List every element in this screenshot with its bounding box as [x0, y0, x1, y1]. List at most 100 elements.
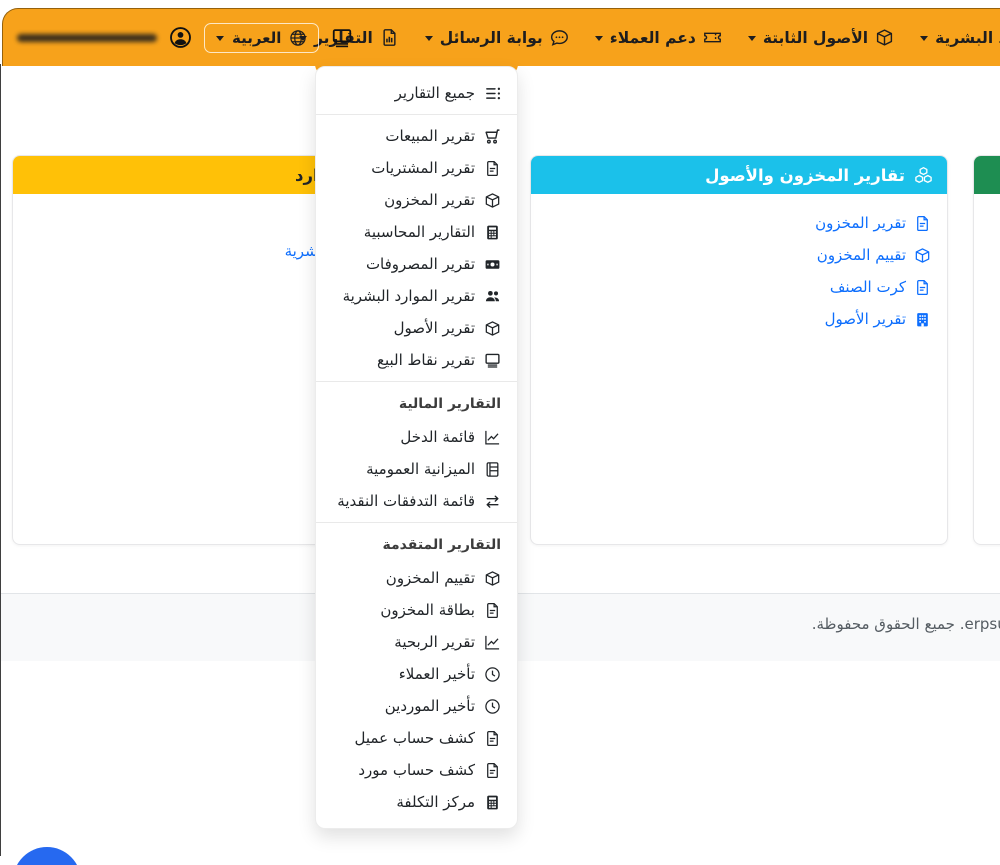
card-right-header — [974, 156, 1000, 194]
arrows-icon — [484, 493, 501, 510]
cube-icon — [484, 320, 501, 337]
file-icon — [484, 730, 501, 747]
menu-divider — [316, 114, 517, 115]
menu-item-hr-report[interactable]: تقرير الموارد البشرية — [316, 280, 517, 312]
card-link-inventory-valuation[interactable]: تقييم المخزون — [531, 239, 931, 271]
menu-item-label: تقرير الأصول — [394, 319, 475, 337]
journal-icon — [484, 461, 501, 478]
chevron-down-icon — [920, 36, 928, 41]
file-icon — [484, 602, 501, 619]
card-inventory-title: تقارير المخزون والأصول — [705, 166, 905, 185]
menu-item-label: الميزانية العمومية — [366, 460, 475, 478]
boxes-icon — [914, 166, 933, 185]
card-link-item-card[interactable]: كرت الصنف — [531, 271, 931, 303]
menu-item-profitability[interactable]: تقرير الربحية — [316, 626, 517, 658]
report-icon — [380, 28, 399, 47]
menu-item-customer-statement[interactable]: كشف حساب عميل — [316, 722, 517, 754]
nav-item-assets[interactable]: الأصول الثابتة — [748, 28, 894, 47]
menu-item-purchases-report[interactable]: تقرير المشتريات — [316, 152, 517, 184]
calculator-icon — [484, 794, 501, 811]
chevron-down-icon — [748, 36, 756, 41]
menu-item-supplier-delays[interactable]: تأخير الموردين — [316, 690, 517, 722]
menu-item-label: تأخير العملاء — [399, 665, 475, 683]
nav-item-hr[interactable]: الموارد البشرية — [920, 28, 1000, 47]
menu-item-cash-flow[interactable]: قائمة التدفقات النقدية — [316, 485, 517, 517]
menu-item-inventory-report[interactable]: تقرير المخزون — [316, 184, 517, 216]
menu-item-label: تقرير المصروفات — [366, 255, 475, 273]
card-inventory-links: تقرير المخزون تقييم المخزون كرت الصنف تقرير… — [531, 194, 947, 335]
nav-item-label: بوابة الرسائل — [440, 29, 543, 47]
menu-item-label: بطاقة المخزون — [380, 601, 475, 619]
top-navbar: الموارد البشرية الأصول الثابتة دعم العملاء… — [2, 8, 1000, 66]
people-icon — [484, 288, 501, 305]
cube-icon — [484, 192, 501, 209]
menu-item-label: تقييم المخزون — [386, 569, 475, 587]
menu-item-label: تقرير المشتريات — [371, 159, 475, 177]
card-inventory-assets: تقارير المخزون والأصول تقرير المخزون تقيي… — [530, 155, 948, 545]
menu-item-pos-report[interactable]: تقرير نقاط البيع — [316, 344, 517, 376]
card-inventory-header: تقارير المخزون والأصول — [531, 156, 947, 194]
menu-item-inventory-card[interactable]: بطاقة المخزون — [316, 594, 517, 626]
card-link-label: تقرير المخزون — [815, 214, 906, 232]
cart-icon — [484, 128, 501, 145]
main-nav-menu: الموارد البشرية الأصول الثابتة دعم العملاء… — [299, 9, 1000, 66]
card-link-inventory-report[interactable]: تقرير المخزون — [531, 207, 931, 239]
pos-icon — [484, 352, 501, 369]
language-label: العربية — [232, 29, 281, 47]
person-circle-icon[interactable] — [169, 26, 192, 49]
language-selector-button[interactable]: العربية — [204, 23, 319, 53]
cash-icon — [484, 256, 501, 273]
cube-icon — [914, 247, 931, 264]
menu-item-supplier-statement[interactable]: كشف حساب مورد — [316, 754, 517, 786]
navbar-left-cluster: العربية — [17, 9, 353, 66]
cube-icon — [875, 28, 894, 47]
card-link-assets-report[interactable]: تقرير الأصول — [531, 303, 931, 335]
pos-terminal-icon[interactable] — [331, 27, 353, 49]
cube-icon — [484, 570, 501, 587]
chat-icon — [550, 28, 569, 47]
menu-item-sales-report[interactable]: تقرير المبيعات — [316, 120, 517, 152]
user-name-redacted — [17, 34, 157, 42]
card-link-label: تقييم المخزون — [817, 246, 906, 264]
card-link-label: كرت الصنف — [830, 278, 906, 296]
chart-icon — [484, 634, 501, 651]
menu-item-customer-delays[interactable]: تأخير العملاء — [316, 658, 517, 690]
menu-item-label: تقرير الموارد البشرية — [343, 287, 475, 305]
chevron-down-icon — [216, 36, 224, 41]
menu-item-label: مركز التكلفة — [396, 793, 475, 811]
nav-item-label: الموارد البشرية — [935, 29, 1000, 47]
menu-item-label: قائمة التدفقات النقدية — [337, 492, 475, 510]
menu-item-assets-report[interactable]: تقرير الأصول — [316, 312, 517, 344]
app-window: الموارد البشرية الأصول الثابتة دعم العملاء… — [0, 0, 1000, 865]
menu-item-label: تقرير المبيعات — [385, 127, 475, 145]
chevron-down-icon — [595, 36, 603, 41]
globe-icon — [289, 29, 307, 47]
menu-item-expenses-report[interactable]: تقرير المصروفات — [316, 248, 517, 280]
file-icon — [484, 160, 501, 177]
clock-icon — [484, 698, 501, 715]
nav-item-messages[interactable]: بوابة الرسائل — [425, 28, 569, 47]
menu-item-cost-center[interactable]: مركز التكلفة — [316, 786, 517, 818]
chart-icon — [484, 429, 501, 446]
menu-item-label: قائمة الدخل — [400, 428, 475, 446]
menu-section-header: التقارير المالية — [316, 387, 517, 421]
building-icon — [914, 311, 931, 328]
card-link-label: تقرير الأصول — [825, 310, 906, 328]
menu-item-balance-sheet[interactable]: الميزانية العمومية — [316, 453, 517, 485]
window-left-border — [0, 64, 1, 856]
nav-item-support[interactable]: دعم العملاء — [595, 28, 722, 47]
nav-item-label: دعم العملاء — [610, 29, 696, 47]
menu-item-accounting-reports[interactable]: التقارير المحاسبية — [316, 216, 517, 248]
menu-item-label: التقارير المحاسبية — [364, 223, 475, 241]
chevron-down-icon — [425, 36, 433, 41]
card-right-partial — [973, 155, 1000, 545]
menu-item-income-statement[interactable]: قائمة الدخل — [316, 421, 517, 453]
menu-divider — [316, 381, 517, 382]
chat-widget-button[interactable] — [13, 847, 81, 865]
calculator-icon — [484, 224, 501, 241]
copyright-text: erpsuite. جميع الحقوق محفوظة. — [812, 615, 1000, 633]
menu-divider — [316, 522, 517, 523]
menu-item-all-reports[interactable]: جميع التقارير — [316, 77, 517, 109]
menu-item-inventory-valuation[interactable]: تقييم المخزون — [316, 562, 517, 594]
ticket-icon — [703, 28, 722, 47]
